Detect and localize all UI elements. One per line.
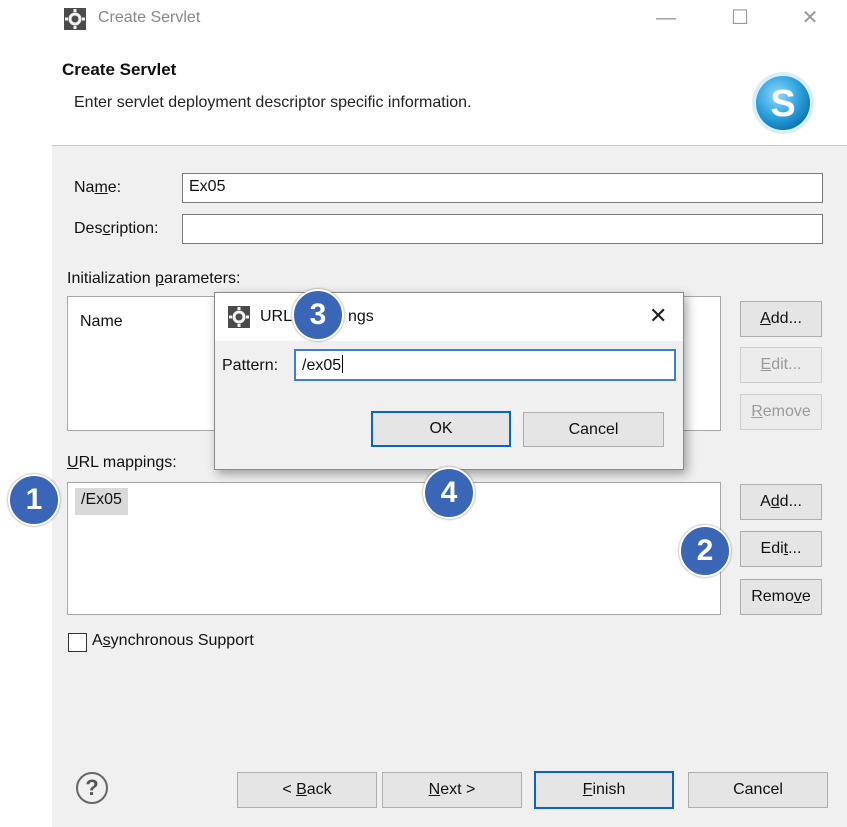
maximize-button[interactable]: ☐ [720, 4, 760, 34]
annotation-badge-4: 4 [423, 467, 475, 519]
dialog-ok-button[interactable]: OK [371, 411, 511, 447]
minimize-icon: — [656, 7, 676, 29]
svg-text:S: S [770, 83, 795, 125]
page-title: Create Servlet [62, 60, 177, 79]
dialog-close-icon[interactable]: ✕ [649, 303, 667, 329]
name-label: Name: [74, 179, 122, 196]
url-mappings-add-button[interactable]: Add... [740, 484, 822, 520]
init-params-add-button[interactable]: Add... [740, 301, 822, 337]
url-mappings-remove-button[interactable]: Remove [740, 579, 822, 615]
init-params-column-name: Name [80, 313, 123, 330]
eclipse-app-icon [64, 8, 86, 30]
servlet-wizard-logo-icon: S [752, 72, 814, 134]
url-mappings-label: URL mappings: [67, 454, 177, 471]
description-label: Description: [74, 220, 159, 237]
page-description: Enter servlet deployment descriptor spec… [74, 94, 472, 111]
dialog-title-end: ngs [348, 308, 374, 325]
eclipse-dialog-icon [228, 306, 250, 328]
async-support-label: Asynchronous Support [92, 632, 254, 649]
pattern-label: Pattern: [222, 357, 279, 374]
maximize-icon: ☐ [731, 7, 749, 29]
url-mappings-list[interactable]: /Ex05 [67, 482, 721, 615]
url-mappings-dialog: URL ngs ✕ Pattern: /ex05 OK Cancel [214, 292, 684, 470]
init-params-label: Initialization parameters: [67, 270, 241, 287]
window-titlebar: Create Servlet — ☐ ✕ [52, 0, 847, 40]
close-window-button[interactable]: ✕ [790, 4, 830, 34]
next-button[interactable]: Next > [382, 772, 522, 808]
name-input[interactable]: Ex05 [182, 173, 823, 203]
dialog-cancel-button[interactable]: Cancel [523, 412, 664, 447]
annotation-badge-1: 1 [8, 474, 60, 526]
description-input[interactable] [182, 214, 823, 244]
annotation-badge-3: 3 [292, 289, 344, 341]
dialog-title-start: URL [260, 308, 293, 325]
wizard-header: Create Servlet Enter servlet deployment … [52, 40, 847, 146]
pattern-input[interactable]: /ex05 [294, 349, 676, 381]
help-icon[interactable]: ? [76, 772, 108, 804]
window-title: Create Servlet [98, 9, 201, 26]
url-mappings-edit-button[interactable]: Edit... [740, 531, 822, 567]
init-params-edit-button[interactable]: Edit... [740, 347, 822, 383]
url-mapping-item[interactable]: /Ex05 [75, 488, 128, 515]
init-params-remove-button[interactable]: Remove [740, 394, 822, 430]
async-support-checkbox[interactable] [68, 633, 87, 652]
text-caret [342, 355, 344, 373]
minimize-button[interactable]: — [646, 4, 686, 34]
finish-button[interactable]: Finish [534, 771, 674, 809]
cancel-button[interactable]: Cancel [688, 772, 828, 808]
dialog-titlebar: URL ngs ✕ [215, 293, 683, 341]
back-button[interactable]: < Back [237, 772, 377, 808]
annotation-badge-2: 2 [679, 525, 731, 577]
close-icon: ✕ [801, 7, 819, 29]
